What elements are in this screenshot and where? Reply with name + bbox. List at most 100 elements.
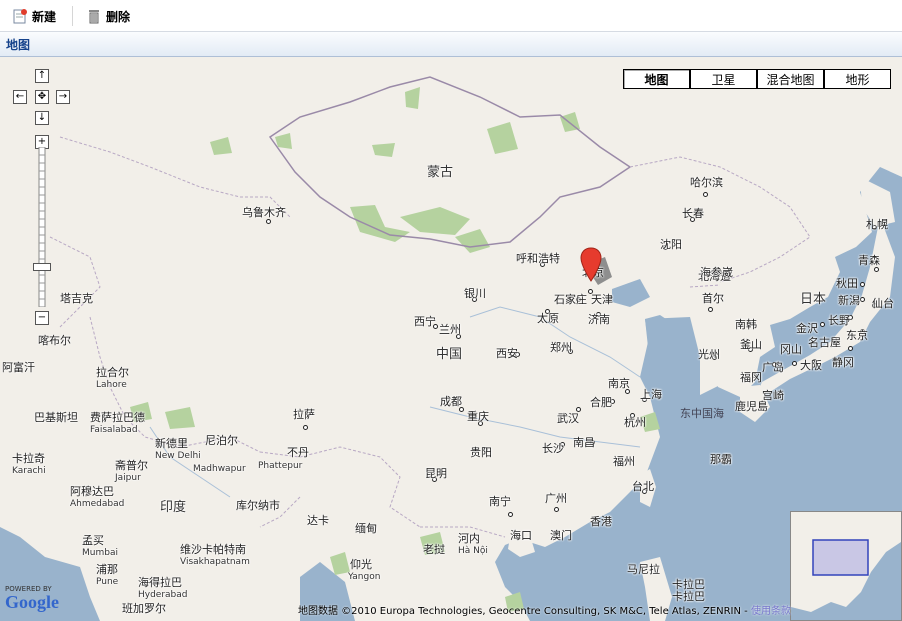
label-tajik: 塔吉克 <box>60 292 93 305</box>
map-type-map-button[interactable]: 地图 <box>623 69 690 89</box>
label-visakhapatnam: 维沙卡帕特南 <box>180 543 246 556</box>
city-dot <box>708 307 713 312</box>
label-jinan: 济南 <box>588 313 610 326</box>
pan-up-button[interactable]: ↑ <box>35 69 49 83</box>
label-east-china-sea: 东中国海 <box>680 407 724 420</box>
city-dot <box>554 507 559 512</box>
label-taipei: 台北 <box>632 480 654 493</box>
city-dot <box>792 361 797 366</box>
label-jaipur: 斋普尔 <box>115 459 148 472</box>
label-harbin: 哈尔滨 <box>690 176 723 189</box>
label-naha: 那霸 <box>710 453 732 466</box>
label-yinchuan: 银川 <box>464 287 486 300</box>
new-button[interactable]: 新建 <box>12 6 56 26</box>
zoom-out-button[interactable]: − <box>35 311 49 325</box>
label-tokyo: 东京 <box>846 329 868 342</box>
label-osaka: 大阪 <box>800 359 822 372</box>
map-type-hybrid-button[interactable]: 混合地图 <box>757 69 824 89</box>
city-dot <box>266 219 271 224</box>
map-type-selector: 地图 卫星 混合地图 地形 <box>623 69 891 89</box>
label-guiyang: 贵阳 <box>470 446 492 459</box>
label-karachi-en: Karachi <box>12 466 46 476</box>
label-phattepur: Phattepur <box>258 461 303 471</box>
location-pin-icon[interactable] <box>580 247 602 283</box>
label-nagoya: 名古屋 <box>808 336 841 349</box>
label-chengdu: 成都 <box>440 395 462 408</box>
label-myanmar: 缅甸 <box>355 522 377 535</box>
landmass <box>0 57 902 621</box>
delete-button[interactable]: 删除 <box>86 6 130 26</box>
pan-right-button[interactable]: → <box>56 90 70 104</box>
label-changsha: 长沙 <box>542 442 564 455</box>
label-manila: 马尼拉 <box>627 563 660 576</box>
city-dot <box>508 512 513 517</box>
label-gwangju: 光州 <box>698 348 720 361</box>
label-visakhapatnam-en: Visakhapatnam <box>180 557 250 567</box>
label-nanjing: 南京 <box>608 377 630 390</box>
label-tianjin: 天津 <box>591 293 613 306</box>
pan-down-button[interactable]: ↓ <box>35 111 49 125</box>
label-hiroshima: 广岛 <box>762 361 784 374</box>
label-dhaka: 达卡 <box>307 514 329 527</box>
map-type-terrain-button[interactable]: 地形 <box>824 69 891 89</box>
label-rangoon: 仰光 <box>350 558 372 571</box>
label-nepal: 尼泊尔 <box>205 434 238 447</box>
label-mongolia: 蒙古 <box>427 165 454 180</box>
label-lahore-en: Lahore <box>96 380 127 390</box>
label-hangzhou: 杭州 <box>624 416 646 429</box>
google-logo: POWERED BY Google <box>5 585 59 611</box>
label-india: 印度 <box>160 500 187 515</box>
label-pune: 浦那 <box>96 563 118 576</box>
label-hanoi-en: Hà Nội <box>458 546 488 556</box>
label-okayama: 冈山 <box>780 343 802 356</box>
overview-map-image <box>791 512 901 620</box>
label-akita: 秋田 <box>836 277 858 290</box>
pan-left-button[interactable]: ← <box>13 90 27 104</box>
terms-of-use-link[interactable]: 使用条款 <box>751 606 791 617</box>
label-fukuoka: 福冈 <box>740 371 762 384</box>
label-hyderabad-en: Hyderabad <box>138 590 188 600</box>
label-shanghai: 上海 <box>640 388 662 401</box>
map-attribution: 地图数据 ©2010 Europa Technologies, Geocentr… <box>298 602 791 617</box>
label-madhwapur: Madhwapur <box>193 464 246 474</box>
label-rangoon-en: Yangon <box>348 572 381 582</box>
toolbar-separator <box>72 6 73 26</box>
label-aomori: 青森 <box>858 254 880 267</box>
label-sendai: 仙台 <box>872 297 894 310</box>
label-khulna: 库尔纳市 <box>236 499 280 512</box>
trash-icon <box>89 10 99 24</box>
label-afghanistan: 阿富汗 <box>2 361 35 374</box>
label-chongqing: 重庆 <box>467 410 489 423</box>
label-kunming: 昆明 <box>425 467 447 480</box>
zoom-slider-track[interactable] <box>36 147 48 307</box>
overview-map[interactable] <box>790 511 902 621</box>
label-nanchang: 南昌 <box>573 436 595 449</box>
city-dot <box>820 322 825 327</box>
label-karachi: 卡拉奇 <box>12 452 45 465</box>
city-dot <box>703 192 708 197</box>
label-ahmedabad-en: Ahmedabad <box>70 499 125 509</box>
label-hyderabad: 海得拉巴 <box>138 576 182 589</box>
label-vladivostok: 海参崴 <box>700 266 733 279</box>
label-newdelhi: 新德里 <box>155 437 188 450</box>
label-ahmedabad: 阿穆达巴 <box>70 485 114 498</box>
label-lhasa: 拉萨 <box>293 408 315 421</box>
label-shijiazhuang: 石家庄 <box>554 293 587 306</box>
label-japan: 日本 <box>800 292 827 307</box>
map-type-satellite-button[interactable]: 卫星 <box>690 69 757 89</box>
label-kabul: 喀布尔 <box>38 334 71 347</box>
map-view[interactable]: 蒙古 中国 日本 印度 东中国海 乌鲁木齐 哈尔滨 长春 沈阳 呼和浩特 北京 … <box>0 57 902 621</box>
label-niigata: 新潟 <box>838 294 860 307</box>
label-shizuoka: 静冈 <box>832 356 854 369</box>
label-wuhan: 武汉 <box>557 412 579 425</box>
pan-center-button[interactable]: ✥ <box>35 90 49 104</box>
label-south-korea: 南韩 <box>735 318 757 331</box>
toolbar: 新建 删除 <box>0 0 902 32</box>
map-base <box>0 57 902 621</box>
label-faisalabad-en: Faisalabad <box>90 425 138 435</box>
label-guangzhou: 广州 <box>545 492 567 505</box>
label-fuzhou: 福州 <box>613 455 635 468</box>
city-dot <box>860 297 865 302</box>
panel-header: 地图 <box>0 32 902 57</box>
zoom-slider-thumb[interactable] <box>33 263 51 271</box>
